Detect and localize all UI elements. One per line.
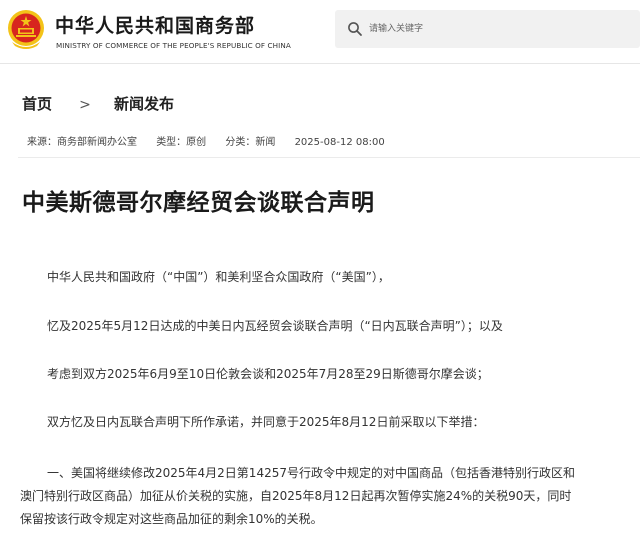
article-line: 澳门特别行政区商品）加征从价关税的实施，自2025年8月12日起再次暂停实施24…	[20, 489, 572, 503]
breadcrumb: 首页 > 新闻发布	[22, 93, 174, 113]
article-line: 一、美国将继续修改2025年4月2日第14257号行政令中规定的对中国商品（包括…	[47, 466, 575, 480]
breadcrumb-separator: >	[79, 97, 91, 113]
meta-divider	[18, 157, 640, 158]
article-paragraph: 考虑到双方2025年6月9至10日伦敦会谈和2025年7月28至29日斯德哥尔摩…	[47, 367, 489, 381]
site-header: 中华人民共和国商务部 MINISTRY OF COMMERCE OF THE P…	[0, 0, 640, 62]
breadcrumb-news[interactable]: 新闻发布	[114, 95, 174, 113]
search-icon[interactable]	[347, 21, 363, 37]
article-title: 中美斯德哥尔摩经贸会谈联合声明	[22, 190, 375, 216]
article-meta: 来源：商务部新闻办公室 类型：原创 分类：新闻 2025-08-12 08:00	[27, 133, 401, 148]
site-title[interactable]: 中华人民共和国商务部	[55, 11, 255, 38]
article-paragraph: 中华人民共和国政府（“中国”）和美利坚合众国政府（“美国”），	[47, 270, 390, 284]
article-item-1: 一、美国将继续修改2025年4月2日第14257号行政令中规定的对中国商品（包括…	[20, 462, 627, 531]
meta-category: 分类：新闻	[225, 137, 276, 148]
meta-type: 类型：原创	[156, 137, 207, 148]
breadcrumb-home[interactable]: 首页	[22, 95, 52, 113]
site-subtitle-en: MINISTRY OF COMMERCE OF THE PEOPLE'S REP…	[56, 41, 291, 50]
meta-datetime: 2025-08-12 08:00	[294, 137, 385, 148]
header-divider	[0, 63, 640, 64]
meta-source: 来源：商务部新闻办公室	[27, 137, 137, 148]
search-input[interactable]	[369, 18, 629, 40]
article-paragraph: 双方忆及日内瓦联合声明下所作承诺，并同意于2025年8月12日前采取以下举措：	[47, 415, 485, 429]
article-line: 保留按该行政令规定对这些商品加征的剩余10%的关税。	[20, 512, 323, 526]
article-paragraph: 忆及2025年5月12日达成的中美日内瓦经贸会谈联合声明（“日内瓦联合声明”）；…	[47, 319, 503, 333]
national-emblem-icon[interactable]	[6, 8, 46, 50]
search-box[interactable]	[335, 10, 640, 48]
